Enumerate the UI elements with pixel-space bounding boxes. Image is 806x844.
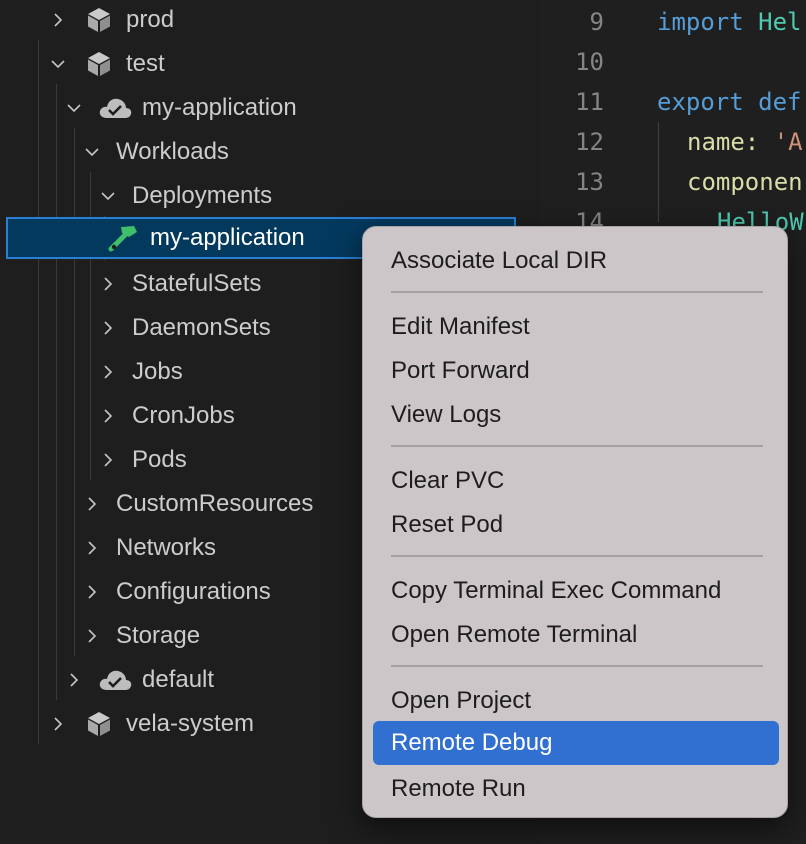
tree-item-prod[interactable]: prod xyxy=(0,0,530,42)
menu-item-port-forward[interactable]: Port Forward xyxy=(373,349,779,393)
line-number: 13 xyxy=(575,168,604,196)
chevron-down-icon xyxy=(82,142,102,162)
code-line: export def xyxy=(657,88,802,116)
chevron-right-icon xyxy=(48,10,68,30)
tree-item-label: Workloads xyxy=(116,138,229,165)
menu-separator xyxy=(391,445,763,447)
code-property: name: xyxy=(687,128,760,156)
tree-item-label: Networks xyxy=(116,534,217,561)
tree-item-label: Configurations xyxy=(116,578,271,605)
menu-separator xyxy=(391,291,763,293)
code-line: import Hel xyxy=(657,8,802,36)
menu-item-reset-pod[interactable]: Reset Pod xyxy=(373,503,779,547)
menu-item-edit-manifest[interactable]: Edit Manifest xyxy=(373,305,779,349)
cloud-check-icon xyxy=(98,665,132,695)
tree-item-label: prod xyxy=(126,6,175,33)
tree-item-label: my-application xyxy=(142,94,297,121)
chevron-right-icon xyxy=(82,538,102,558)
tree-item-label: Deployments xyxy=(132,182,273,209)
code-keyword: def xyxy=(743,88,802,116)
tree-item-deployments[interactable]: Deployments xyxy=(0,174,530,218)
line-number: 12 xyxy=(575,128,604,156)
tree-item-label: Pods xyxy=(132,446,187,473)
line-number: 11 xyxy=(575,88,604,116)
cloud-check-icon xyxy=(98,93,132,123)
tree-item-label: CustomResources xyxy=(116,490,314,517)
code-identifier: Hel xyxy=(743,8,802,36)
menu-item-clear-pvc[interactable]: Clear PVC xyxy=(373,459,779,503)
chevron-right-icon xyxy=(98,318,118,338)
tree-item-label: test xyxy=(126,50,165,77)
tree-item-label: vela-system xyxy=(126,710,255,737)
chevron-right-icon xyxy=(48,714,68,734)
chevron-down-icon xyxy=(98,186,118,206)
chevron-right-icon xyxy=(98,274,118,294)
chevron-down-icon xyxy=(48,54,68,74)
menu-item-open-project[interactable]: Open Project xyxy=(373,679,779,723)
menu-item-associate-local-dir[interactable]: Associate Local DIR xyxy=(373,239,779,283)
context-menu: Associate Local DIR Edit Manifest Port F… xyxy=(362,226,788,818)
cube-icon xyxy=(82,49,116,79)
cube-icon xyxy=(82,709,116,739)
tree-item-label: Jobs xyxy=(132,358,183,385)
line-number: 9 xyxy=(589,8,604,36)
code-string: 'A xyxy=(759,128,803,156)
menu-item-open-remote-terminal[interactable]: Open Remote Terminal xyxy=(373,613,779,657)
line-number: 10 xyxy=(575,48,604,76)
code-property: componen xyxy=(687,168,803,196)
tree-item-label: CronJobs xyxy=(132,402,235,429)
indent-guide xyxy=(658,122,659,222)
chevron-right-icon xyxy=(82,494,102,514)
tree-item-workloads[interactable]: Workloads xyxy=(0,130,530,174)
chevron-right-icon xyxy=(98,362,118,382)
chevron-right-icon xyxy=(64,670,84,690)
chevron-right-icon xyxy=(98,406,118,426)
menu-item-copy-terminal-exec-command[interactable]: Copy Terminal Exec Command xyxy=(373,569,779,613)
tree-item-label: Storage xyxy=(116,622,201,649)
menu-separator xyxy=(391,665,763,667)
chevron-right-icon xyxy=(82,626,102,646)
code-keyword: export xyxy=(657,88,744,116)
menu-item-remote-debug[interactable]: Remote Debug xyxy=(373,721,779,765)
chevron-right-icon xyxy=(98,450,118,470)
chevron-down-icon xyxy=(64,98,84,118)
menu-item-view-logs[interactable]: View Logs xyxy=(373,393,779,437)
tree-item-label: my-application xyxy=(150,224,305,251)
tree-item-label: default xyxy=(142,666,215,693)
code-keyword: import xyxy=(657,8,744,36)
tree-item-test[interactable]: test xyxy=(0,42,530,86)
hammer-icon xyxy=(106,223,140,253)
tree-item-label: DaemonSets xyxy=(132,314,271,341)
menu-separator xyxy=(391,555,763,557)
chevron-right-icon xyxy=(82,582,102,602)
cube-icon xyxy=(82,5,116,35)
tree-item-label: StatefulSets xyxy=(132,270,262,297)
menu-item-remote-run[interactable]: Remote Run xyxy=(373,767,779,811)
tree-item-my-application-app[interactable]: my-application xyxy=(0,86,530,130)
code-line: componen xyxy=(687,168,803,196)
code-line: name: 'A xyxy=(687,128,803,156)
